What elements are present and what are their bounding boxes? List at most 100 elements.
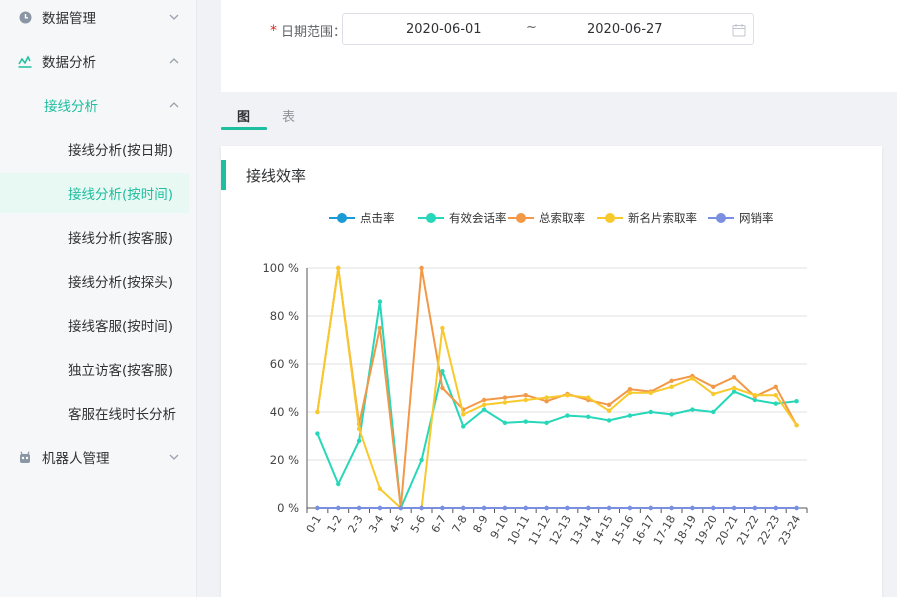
y-tick-label: 0 % — [277, 501, 299, 515]
data-point — [315, 505, 320, 511]
data-point — [523, 393, 528, 398]
data-point — [440, 325, 445, 331]
data-point — [690, 407, 695, 412]
date-range-picker[interactable]: 2020-06-01 ~ 2020-06-27 — [342, 13, 754, 45]
sidebar-item-robot-management[interactable]: 机器人管理 — [0, 437, 189, 477]
sidebar-item-label: 数据分析 — [42, 55, 96, 71]
legend-label: 总索取率 — [539, 211, 585, 225]
data-point — [419, 505, 424, 511]
y-tick-label: 100 % — [262, 261, 299, 275]
tab-chart[interactable]: 图 — [237, 106, 250, 125]
data-point — [377, 486, 383, 491]
sidebar-item-label: 接线分析(按探头) — [68, 275, 174, 291]
data-point — [398, 505, 403, 511]
sidebar-item-label: 独立访客(按客服) — [68, 363, 174, 379]
data-point — [481, 402, 487, 407]
x-tick-label: 0-1 — [304, 513, 324, 535]
data-point — [481, 397, 487, 403]
line-chart: 0 % 20 % 40 % 60 % 80 % 100 % 0-1 1-2 2-3 3-4 4-5 5… — [262, 211, 808, 547]
sidebar-item-unique-visitors[interactable]: 独立访客(按客服) — [0, 349, 189, 389]
data-point — [544, 395, 549, 400]
data-point — [523, 419, 528, 424]
chevron-up-icon — [168, 99, 180, 111]
data-point — [336, 265, 341, 271]
sidebar-item-agent-by-time[interactable]: 接线客服(按时间) — [0, 305, 189, 345]
start-date-input[interactable]: 2020-06-01 — [406, 22, 482, 37]
x-tick-label: 8-9 — [470, 513, 490, 535]
calendar-icon[interactable] — [732, 22, 746, 37]
data-point — [773, 401, 778, 406]
sidebar-item-label: 机器人管理 — [42, 451, 110, 467]
data-point — [502, 400, 508, 405]
data-point — [794, 423, 799, 428]
data-point — [461, 412, 466, 417]
data-point — [586, 414, 591, 419]
data-point — [606, 418, 612, 423]
data-point — [731, 505, 737, 511]
data-point — [481, 407, 487, 412]
sidebar-item-connection-analysis[interactable]: 接线分析 — [0, 85, 189, 125]
y-tick-label: 80 % — [270, 309, 299, 323]
data-point — [481, 505, 487, 511]
data-point — [502, 395, 508, 400]
sidebar-item-by-time[interactable]: 接线分析(按时间) — [0, 173, 189, 213]
data-point — [440, 385, 445, 391]
data-point — [627, 505, 633, 511]
data-point — [315, 431, 320, 436]
data-point — [502, 420, 508, 425]
sidebar-item-by-probe[interactable]: 接线分析(按探头) — [0, 261, 189, 301]
legend-label: 新名片索取率 — [628, 211, 697, 225]
required-mark: * — [270, 22, 277, 39]
sidebar-item-label: 接线分析(按日期) — [68, 143, 174, 159]
sidebar-item-label: 接线分析(按客服) — [68, 231, 174, 247]
card-accent-bar — [221, 160, 226, 190]
data-point — [544, 420, 549, 425]
data-point — [773, 505, 778, 511]
data-point — [711, 384, 716, 389]
sidebar-item-by-agent[interactable]: 接线分析(按客服) — [0, 217, 189, 257]
chevron-up-icon — [168, 55, 180, 67]
y-tick-label: 20 % — [270, 453, 299, 467]
data-point — [565, 413, 570, 418]
data-point — [648, 505, 653, 511]
chevron-down-icon — [168, 451, 180, 463]
sidebar-item-by-date[interactable]: 接线分析(按日期) — [0, 129, 189, 169]
data-point — [669, 384, 674, 389]
data-point — [773, 384, 778, 389]
data-point — [523, 505, 528, 511]
robot-icon — [18, 450, 32, 464]
data-point — [315, 409, 320, 415]
data-point — [356, 505, 362, 511]
legend-label: 网销率 — [739, 211, 774, 225]
sidebar-item-label: 客服在线时长分析 — [68, 407, 176, 423]
y-tick-label: 60 % — [270, 357, 299, 371]
data-point — [565, 505, 570, 511]
data-point — [669, 505, 674, 511]
data-point — [752, 505, 758, 511]
sidebar-item-label: 数据管理 — [42, 11, 96, 27]
sidebar-item-data-analysis[interactable]: 数据分析 — [0, 41, 189, 81]
legend-marker — [716, 213, 726, 223]
data-point — [356, 426, 362, 431]
data-point — [627, 390, 633, 395]
data-point — [794, 399, 799, 404]
data-point — [419, 457, 424, 463]
sidebar-item-online-duration[interactable]: 客服在线时长分析 — [0, 393, 189, 433]
data-point — [731, 385, 737, 391]
x-tick-label: 7-8 — [450, 513, 470, 535]
end-date-input[interactable]: 2020-06-27 — [587, 22, 663, 37]
data-point — [773, 393, 778, 398]
y-tick-label: 40 % — [270, 405, 299, 419]
data-point — [586, 505, 591, 511]
data-point — [669, 378, 674, 383]
data-point — [336, 481, 341, 487]
data-point — [752, 393, 758, 398]
legend-label: 有效会话率 — [449, 211, 507, 225]
sidebar-item-data-management[interactable]: 数据管理 — [0, 0, 189, 37]
sidebar-item-label: 接线客服(按时间) — [68, 319, 174, 335]
tab-active-indicator — [221, 127, 267, 130]
legend-marker — [605, 213, 615, 223]
data-point — [711, 391, 716, 397]
data-point — [627, 413, 633, 418]
tab-table[interactable]: 表 — [282, 106, 295, 125]
